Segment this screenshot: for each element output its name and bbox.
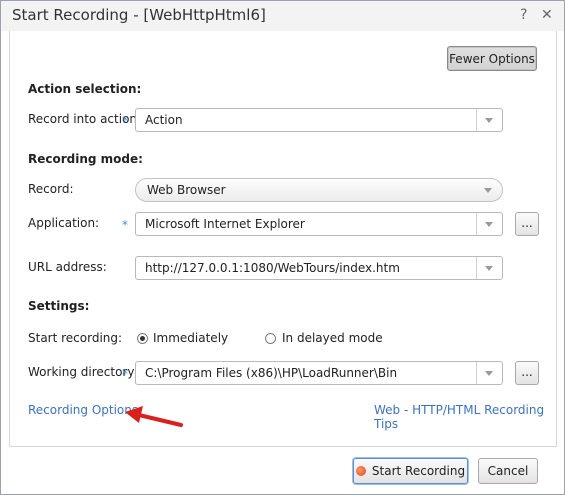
chevron-down-icon[interactable] [476,213,502,235]
application-label: Application: [28,216,100,230]
start-recording-button-label: Start Recording [371,464,466,478]
url-address-value: http://127.0.0.1:1080/WebTours/index.htm [145,261,400,275]
working-directory-select[interactable]: C:\Program Files (x86)\HP\LoadRunner\Bin [135,361,503,385]
annotation-arrow-icon [125,406,183,427]
delayed-mode-label[interactable]: In delayed mode [282,331,383,345]
chevron-down-icon[interactable] [476,362,502,384]
fewer-options-button[interactable]: Fewer Options [447,46,537,71]
required-marker: * [122,367,128,381]
start-recording-dialog: Start Recording - [WebHttpHtml6] ? ✕ Few… [0,0,565,495]
dialog-title: Start Recording - [WebHttpHtml6] [12,6,266,24]
chevron-down-icon [484,188,492,193]
chevron-down-icon[interactable] [476,109,502,131]
chevron-down-icon[interactable] [476,257,502,279]
url-address-label: URL address: [28,260,107,274]
application-select[interactable]: Microsoft Internet Explorer [135,212,503,236]
record-mode-value: Web Browser [147,183,226,197]
record-into-action-select[interactable]: Action [135,108,503,132]
title-bar: Start Recording - [WebHttpHtml6] ? ✕ [1,1,564,31]
required-marker: * [122,114,128,128]
help-icon[interactable]: ? [520,7,527,23]
recording-tips-link[interactable]: Web - HTTP/HTML Recording Tips [374,403,564,431]
start-recording-button[interactable]: Start Recording [353,458,468,484]
delayed-mode-radio[interactable] [265,333,276,344]
url-address-input[interactable]: http://127.0.0.1:1080/WebTours/index.htm [135,256,503,280]
settings-heading: Settings: [28,299,90,313]
close-icon[interactable]: ✕ [541,7,553,23]
working-directory-value: C:\Program Files (x86)\HP\LoadRunner\Bin [145,366,398,380]
recording-mode-heading: Recording mode: [28,152,143,166]
application-value: Microsoft Internet Explorer [145,217,305,231]
immediately-label[interactable]: Immediately [153,331,228,345]
immediately-radio[interactable] [137,333,148,344]
record-mode-combo[interactable]: Web Browser [135,178,503,202]
record-icon [355,466,366,476]
action-selection-heading: Action selection: [28,82,142,96]
required-marker: * [122,218,128,232]
record-label: Record: [28,182,74,196]
application-browse-button[interactable]: ... [515,212,539,236]
cancel-button[interactable]: Cancel [478,458,538,484]
start-recording-label: Start recording: [28,331,123,345]
working-directory-browse-button[interactable]: ... [515,361,539,385]
record-into-action-value: Action [145,113,183,127]
